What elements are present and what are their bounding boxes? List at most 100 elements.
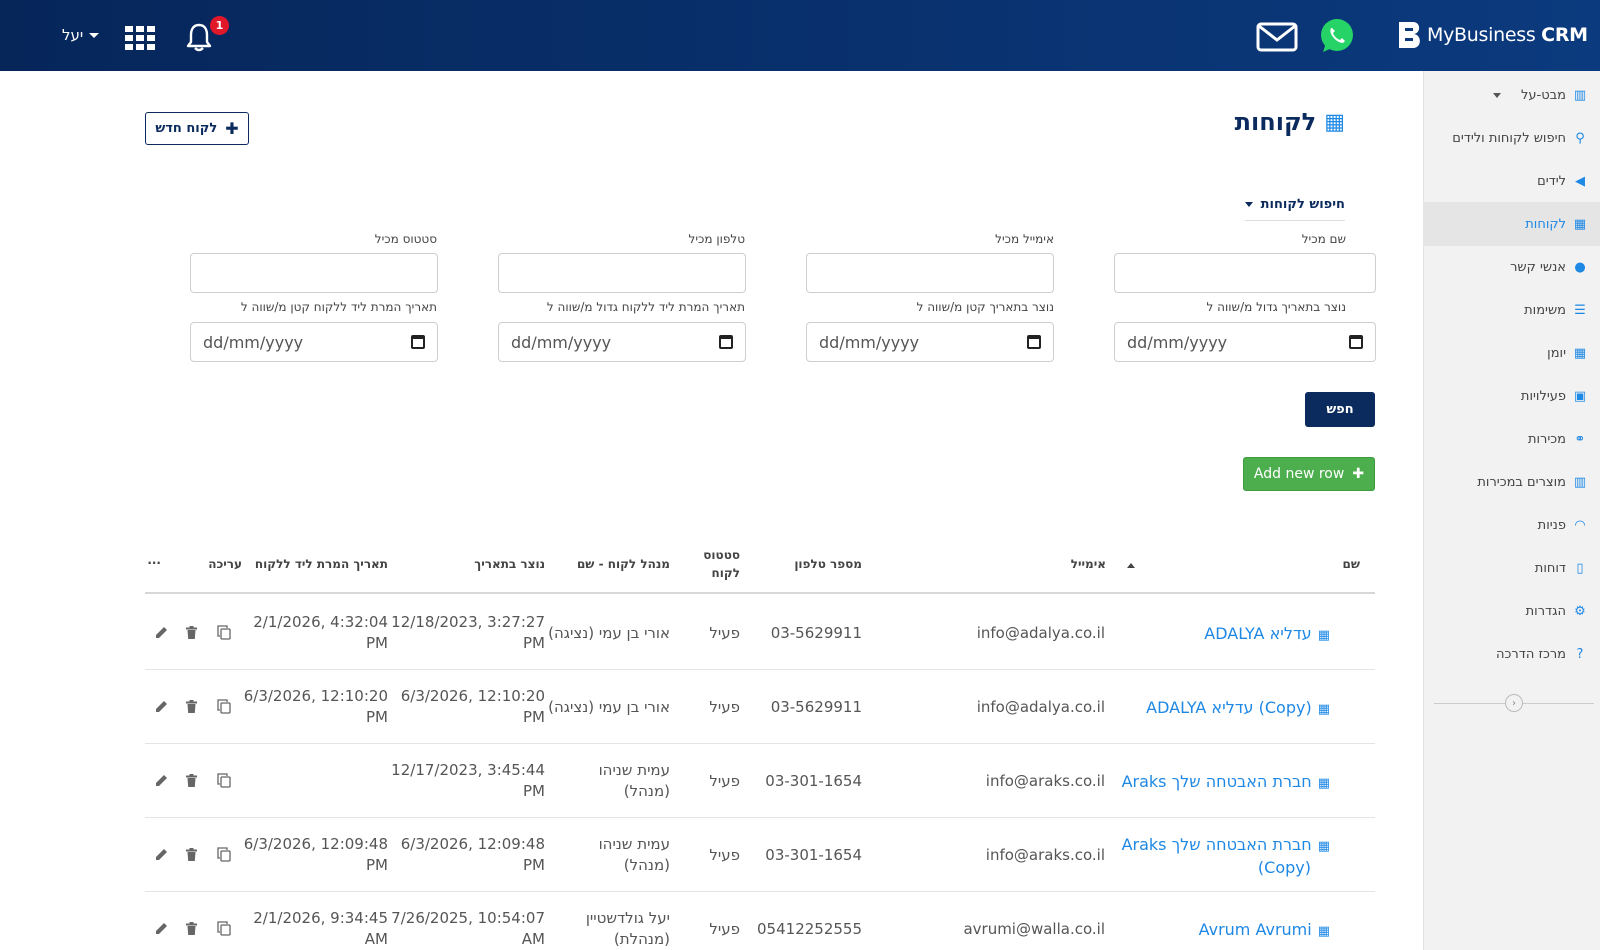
customer-manager-line2: (מנהלת) [613,930,670,948]
list-icon: ☰ [1574,302,1586,318]
sidebar-item-inquiries[interactable]: פניות ◠ [1411,503,1588,547]
sort-ascending-icon[interactable] [1127,563,1135,568]
column-header-phone[interactable]: מספר טלפון [794,555,862,573]
customer-name: Araks חברת האבטחה שלך [1121,835,1312,854]
trash-icon[interactable] [186,848,197,861]
sidebar-item-label: פניות [1537,517,1566,533]
brand-logo[interactable]: MyBusiness CRM [1397,20,1588,50]
pencil-icon[interactable] [155,700,168,713]
email-filter-input[interactable] [806,253,1054,293]
sidebar-item-settings[interactable]: הגדרות ⚙ [1411,589,1588,633]
phone-filter-input[interactable] [498,253,746,293]
sidebar-item-activities[interactable]: פעילויות ▣ [1411,374,1588,418]
sidebar-item-label: מרכז הדרכה [1496,646,1566,662]
collapse-sidebar-icon[interactable]: › [1505,694,1523,712]
column-header-status-line1: סטטוס [703,548,740,562]
megaphone-icon: ◀ [1575,173,1585,189]
headset-icon: ◠ [1574,517,1586,533]
trash-icon[interactable] [186,922,197,935]
new-customer-button[interactable]: לקוח חדש ✚ [145,112,249,145]
user-menu[interactable]: יעל [62,26,100,44]
name-filter-input[interactable] [1114,253,1376,293]
pencil-icon[interactable] [155,848,168,861]
sidebar-item-contacts[interactable]: אנשי קשר ● [1411,245,1588,289]
created-after-date-input[interactable]: dd/mm/yyyy [1114,322,1376,362]
column-header-status[interactable]: סטטוס לקוח [703,546,740,582]
search-toggle[interactable]: חיפוש לקוחות [1244,193,1345,221]
converted-date-line2: PM [366,708,388,726]
customer-name-link[interactable]: Araks חברת האבטחה שלך ▦ [1122,771,1330,794]
sidebar-item-help[interactable]: מרכז הדרכה ? [1411,632,1588,676]
customer-name: ADALYA עדליא (Copy) [1146,697,1312,717]
trash-icon[interactable] [186,700,197,713]
user-name: יעל [62,26,84,44]
column-header-manager[interactable]: מנהל לקוח - שם [577,555,670,573]
created-before-date-input[interactable]: dd/mm/yyyy [806,322,1054,362]
customer-name-link[interactable]: ADALYA עדליא (Copy) ▦ [1146,697,1330,720]
chevron-down-icon [1493,92,1501,98]
converted-date: 6/3/2026, 12:10:20 PM [244,686,388,728]
plus-icon: ✚ [225,119,239,138]
converted-after-label: תאריך המרת ליד ללקוח גדול מ/שווה ל [546,300,745,314]
trash-icon[interactable] [186,774,197,787]
customer-phone: 03-301-1654 [765,845,862,864]
sidebar-item-label: מכירות [1527,431,1566,447]
converted-before-date-input[interactable]: dd/mm/yyyy [190,322,438,362]
sidebar-item-products[interactable]: מוצרים במכירות ▥ [1411,460,1588,504]
copy-icon[interactable] [217,625,231,640]
column-options-button[interactable]: ... [147,551,161,569]
status-filter-input[interactable] [190,253,438,293]
sidebar-item-dashboard[interactable]: מבט-על ▥ [1411,73,1588,117]
column-header-converted[interactable]: תאריך המרת ליד ללקוח [255,555,388,573]
calendar-icon[interactable] [411,335,425,349]
sidebar-item-label: לידים [1537,173,1566,189]
calendar-icon[interactable] [1349,335,1363,349]
copy-icon[interactable] [217,921,231,936]
column-header-name[interactable]: שם [1343,555,1360,573]
calendar-icon[interactable] [1027,335,1041,349]
sidebar-item-label: דוחות [1534,560,1566,576]
date-placeholder: dd/mm/yyyy [511,332,612,352]
customer-manager: אורי בן עמי (נציגה) [548,697,670,718]
customer-name: Araks חברת האבטחה שלך [1121,771,1312,791]
pencil-icon[interactable] [155,774,168,787]
copy-icon[interactable] [217,847,231,862]
add-new-row-button[interactable]: Add new row ✚ [1243,457,1375,491]
created-date-line1: 7/26/2025, 10:54:07 [391,909,545,927]
column-header-created[interactable]: נוצר בתאריך [474,555,545,573]
created-date: 6/3/2026, 12:09:48 PM [401,834,545,876]
sidebar-item-calendar[interactable]: יומן ▦ [1411,331,1588,375]
mail-icon[interactable] [1256,22,1298,52]
customer-name-link[interactable]: ADALYA עדליא ▦ [1204,623,1330,646]
question-icon: ? [1576,646,1584,662]
sidebar-item-sales[interactable]: מכירות ⚭ [1411,417,1588,461]
sidebar-item-leads[interactable]: לידים ◀ [1411,159,1588,203]
copy-icon[interactable] [217,699,231,714]
copy-icon[interactable] [217,773,231,788]
trash-icon[interactable] [186,626,197,639]
sidebar-item-customers[interactable]: לקוחות ▦ [1423,202,1600,246]
column-header-status-line2: לקוח [711,566,740,580]
converted-date-line1: 6/3/2026, 12:09:48 [243,835,388,853]
customer-name-link[interactable]: Araks חברת האבטחה שלך ▦ (Copy) [1122,834,1330,878]
calendar-icon[interactable] [719,335,733,349]
sidebar-item-tasks[interactable]: משימות ☰ [1411,288,1588,332]
sidebar: מבט-על ▥ חיפוש לקוחות ולידים ⚲ לידים ◀ ל… [1423,71,1600,950]
customer-manager: אורי בן עמי (נציגה) [548,623,670,644]
search-icon: ⚲ [1575,130,1585,146]
sidebar-item-label: מוצרים במכירות [1477,474,1566,490]
customer-status: פעיל [709,697,740,716]
pencil-icon[interactable] [155,922,168,935]
converted-after-date-input[interactable]: dd/mm/yyyy [498,322,746,362]
top-navbar: יעל 1 MyBusiness CRM [0,0,1600,71]
created-date-line1: 6/3/2026, 12:10:20 [400,687,545,705]
whatsapp-icon[interactable] [1318,17,1356,55]
pencil-icon[interactable] [155,626,168,639]
apps-grid-icon[interactable] [125,26,155,50]
search-button[interactable]: חפש [1305,392,1375,427]
sidebar-item-reports[interactable]: דוחות ▯ [1411,546,1588,590]
customer-name-link[interactable]: Avrum Avrumi ▦ [1199,919,1330,942]
sidebar-item-search[interactable]: חיפוש לקוחות ולידים ⚲ [1411,116,1588,160]
converted-date-line1: 6/3/2026, 12:10:20 [243,687,388,705]
column-header-email[interactable]: אימייל [1071,555,1106,573]
